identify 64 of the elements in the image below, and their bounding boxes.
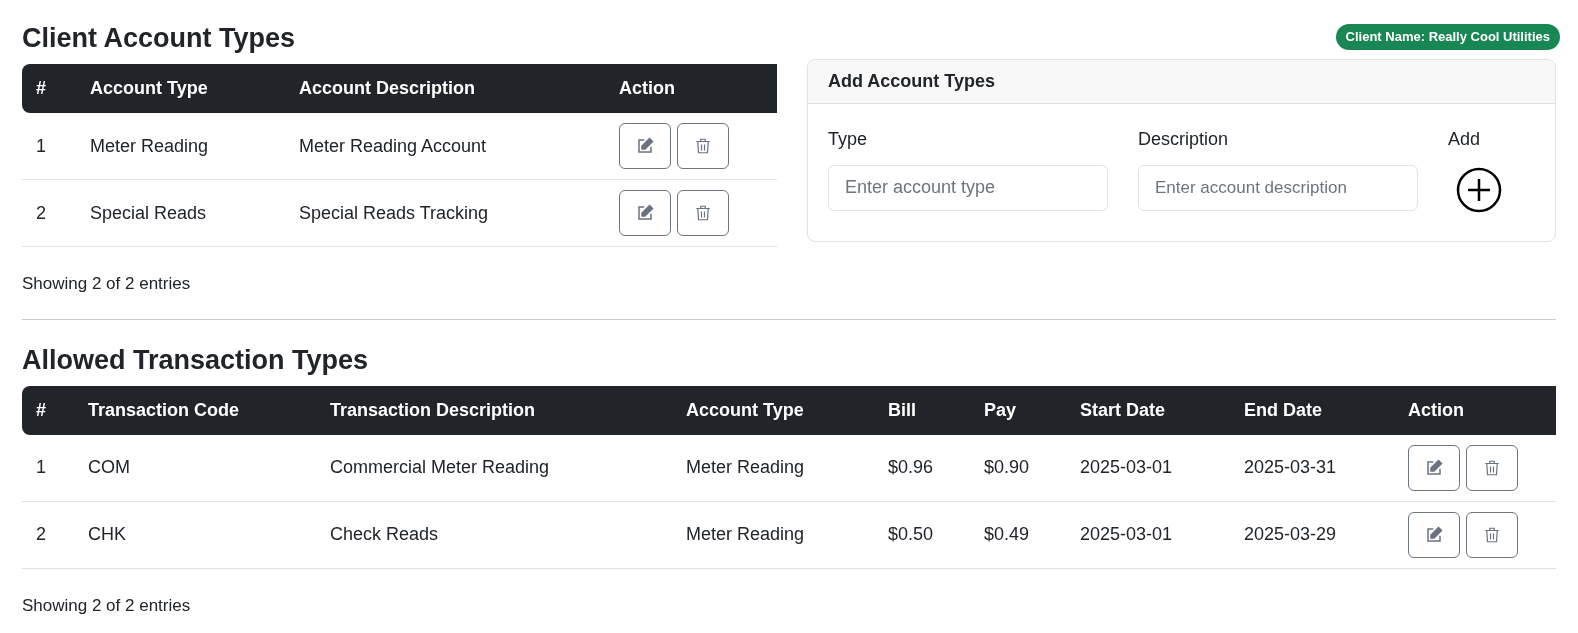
description-input[interactable]: Enter account description: [1138, 164, 1418, 211]
table-cell-text: COM: [87, 456, 131, 479]
edit-icon: [1425, 458, 1443, 477]
edit-icon: [636, 204, 654, 222]
table-cell-text: 1: [35, 134, 47, 158]
table-cell-text: CHK: [87, 523, 127, 546]
column-header: Account Type: [89, 77, 209, 100]
table-cell-text: 2025-03-31: [1243, 456, 1338, 479]
table-cell-text: Commercial Meter Reading: [329, 456, 551, 479]
column-header: Transaction Description: [329, 398, 537, 422]
trash-icon: [1483, 525, 1501, 544]
column-header: #: [35, 77, 47, 100]
add-button[interactable]: [1456, 166, 1502, 213]
table-cell-text: Meter Reading: [685, 456, 806, 479]
table-cell-text: $0.90: [983, 456, 1031, 479]
edit-icon: [1425, 525, 1443, 544]
table-cell-text: Check Reads: [329, 523, 440, 546]
section-title: Client Account Types: [22, 22, 297, 55]
entries-count: Showing 2 of 2 entries: [22, 594, 192, 617]
delete-button[interactable]: [1466, 511, 1518, 558]
client-name-badge: Client Name: Really Cool Utilities: [1335, 24, 1560, 50]
table-cell-text: 2: [35, 523, 47, 546]
column-header: Transaction Code: [87, 398, 241, 422]
edit-button[interactable]: [619, 190, 671, 236]
table-cell-text: Meter Reading: [89, 134, 210, 158]
table-cell-text: Special Reads: [89, 201, 208, 225]
delete-button[interactable]: [677, 123, 729, 169]
column-header: Pay: [983, 398, 1018, 422]
column-header: #: [35, 398, 47, 422]
table-cell-text: 2025-03-01: [1079, 456, 1174, 479]
column-header: Account Type: [685, 398, 805, 422]
column-header: Action: [618, 77, 676, 100]
table-cell-text: 2: [35, 201, 47, 225]
plus-circle-icon: [1456, 166, 1502, 213]
table-cell-text: Meter Reading Account: [298, 134, 488, 158]
table-cell-text: $0.49: [983, 523, 1031, 546]
table-cell-text: $0.96: [887, 456, 935, 479]
edit-icon: [636, 137, 654, 155]
column-header: Action: [1407, 398, 1465, 422]
edit-button[interactable]: [1408, 444, 1460, 491]
table-cell-text: 1: [35, 456, 47, 479]
trash-icon: [1483, 458, 1501, 477]
table-cell-text: Special Reads Tracking: [298, 201, 490, 225]
column-header: Start Date: [1079, 398, 1167, 422]
delete-button[interactable]: [1466, 444, 1518, 491]
field-label: Add: [1448, 127, 1482, 151]
type-input[interactable]: Enter account type: [828, 164, 1108, 211]
table-cell-text: $0.50: [887, 523, 935, 546]
trash-icon: [694, 204, 712, 222]
table-cell-text: 2025-03-29: [1243, 523, 1338, 546]
entries-count: Showing 2 of 2 entries: [22, 273, 192, 295]
column-header: End Date: [1243, 398, 1323, 422]
column-header: Account Description: [298, 77, 477, 100]
column-header: Bill: [887, 398, 917, 422]
table-cell-text: 2025-03-01: [1079, 523, 1174, 546]
edit-button[interactable]: [1408, 511, 1460, 558]
edit-button[interactable]: [619, 123, 671, 169]
field-label: Description: [1138, 127, 1230, 151]
section-title: Allowed Transaction Types: [22, 343, 370, 377]
delete-button[interactable]: [677, 190, 729, 236]
card-title: Add Account Types: [828, 69, 995, 93]
trash-icon: [694, 137, 712, 155]
field-label: Type: [828, 127, 869, 151]
table-cell-text: Meter Reading: [685, 523, 806, 546]
